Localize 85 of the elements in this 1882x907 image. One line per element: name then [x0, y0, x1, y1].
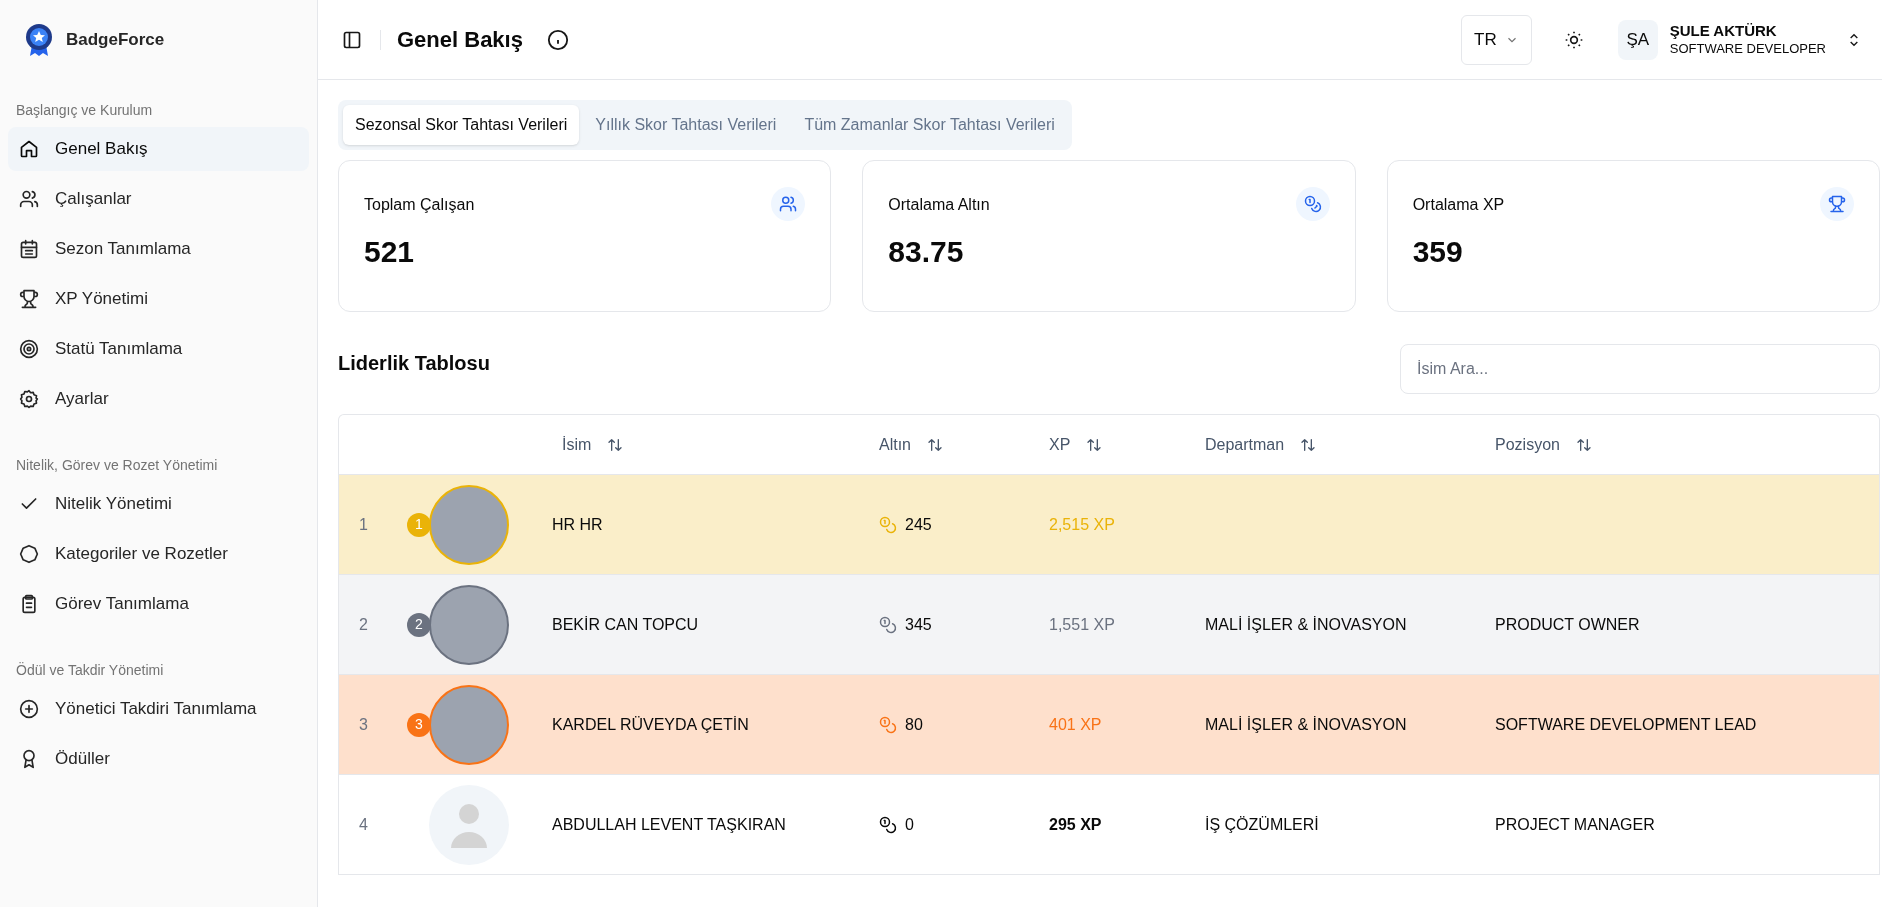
sidebar-item[interactable]: Kategoriler ve Rozetler [8, 532, 309, 576]
xp-amount: 295 XP [1049, 814, 1103, 835]
coin-amount: 345 [905, 614, 932, 635]
language-select[interactable]: TR [1461, 14, 1532, 65]
stat-value: 359 [1412, 234, 1463, 270]
coins-icon [879, 615, 897, 634]
user-menu[interactable]: ŞA ŞULE AKTÜRK SOFTWARE DEVELOPER [1617, 19, 1862, 60]
sidebar-item[interactable]: Yönetici Takdiri Tanımlama [8, 687, 309, 731]
sort-icon [607, 436, 624, 453]
sidebar-item[interactable]: Genel Bakış [8, 127, 309, 171]
users-badge-icon [771, 187, 806, 221]
employee-name: ABDULLAH LEVENT TAŞKIRAN [551, 814, 787, 835]
sidebar-item[interactable]: XP Yönetimi [8, 277, 309, 321]
sidebar-item[interactable]: Görev Tanımlama [8, 582, 309, 626]
employee-name: KARDEL RÜVEYDA ÇETİN [551, 714, 750, 735]
employee-name: BEKİR CAN TOPCU [551, 614, 700, 635]
sidebar-item[interactable]: Ayarlar [8, 377, 309, 421]
stat-label: Ortalama XP [1412, 195, 1505, 215]
sort-icon [927, 436, 943, 453]
coins-icon [879, 515, 897, 534]
coins-badge-icon [1295, 187, 1330, 221]
sort-icon [1300, 436, 1317, 453]
users-icon [19, 189, 39, 209]
xp-amount: 2,515 XP [1049, 514, 1116, 535]
rank-number: 2 [359, 615, 368, 633]
rank-number: 3 [359, 715, 368, 733]
column-header[interactable]: Altın [879, 432, 943, 457]
column-header[interactable]: XP [1049, 432, 1103, 457]
coins-icon [879, 715, 897, 734]
page-title: Genel Bakış [397, 26, 523, 54]
settings-icon [19, 389, 39, 409]
sidebar-item[interactable]: Statü Tanımlama [8, 327, 309, 371]
column-header[interactable]: Pozisyon [1495, 432, 1592, 457]
column-header[interactable]: Departman [1205, 432, 1317, 457]
search-field[interactable]: İsim Ara... [1400, 344, 1880, 394]
coin-amount: 245 [905, 514, 932, 535]
sidebar-item[interactable]: Çalışanlar [8, 177, 309, 221]
rank-number: 4 [359, 815, 368, 833]
section-title: Liderlik Tablosu [338, 351, 490, 376]
sort-icon [1086, 436, 1103, 453]
employee-name: HR HR [551, 514, 604, 535]
rank-badge: 3 [407, 712, 431, 737]
position: PRODUCT OWNER [1495, 614, 1641, 635]
home-icon [19, 139, 39, 159]
tab[interactable]: Sezonsal Skor Tahtası Verileri [343, 105, 580, 145]
sidebar-item[interactable]: Ödüller [8, 737, 309, 781]
clipboard-icon [19, 594, 39, 614]
sun-icon[interactable] [1563, 29, 1584, 50]
tab[interactable]: Yıllık Skor Tahtası Verileri [583, 105, 789, 145]
xp-amount: 401 XP [1049, 714, 1103, 735]
position: SOFTWARE DEVELOPMENT LEAD [1495, 714, 1758, 735]
coin-amount: 80 [905, 714, 923, 735]
stat-value: 83.75 [888, 234, 964, 270]
department: MALİ İŞLER & İNOVASYON [1205, 714, 1408, 735]
rank-badge: 1 [407, 512, 431, 537]
person-silhouette-icon [449, 801, 489, 848]
user-role: SOFTWARE DEVELOPER [1669, 40, 1826, 57]
department: MALİ İŞLER & İNOVASYON [1205, 614, 1408, 635]
section-heading: Nitelik, Görev ve Rozet Yönetimi [15, 456, 219, 475]
stat-value: 521 [364, 234, 415, 270]
column-header[interactable]: İsim [562, 432, 624, 457]
circle-plus-icon [19, 699, 39, 719]
trophy-icon [19, 289, 39, 309]
section-heading: Başlangıç ve Kurulum [15, 101, 154, 120]
rank-badge: 2 [407, 612, 431, 637]
department: İŞ ÇÖZÜMLERİ [1205, 814, 1320, 835]
sort-icon [1575, 436, 1592, 453]
stat-label: Ortalama Altın [888, 195, 990, 215]
sidebar-item[interactable]: Sezon Tanımlama [8, 227, 309, 271]
brand-name: BadgeForce [66, 29, 165, 52]
position: PROJECT MANAGER [1495, 814, 1656, 835]
user-avatar: ŞA [1617, 19, 1658, 60]
xp-amount: 1,551 XP [1049, 614, 1116, 635]
sidebar-item[interactable]: Nitelik Yönetimi [8, 482, 309, 526]
rank-number: 1 [359, 515, 368, 533]
stat-label: Toplam Çalışan [364, 195, 475, 215]
calendar-icon [19, 239, 39, 259]
trophy-badge-icon [1820, 187, 1854, 221]
coins-icon [879, 815, 897, 834]
tab[interactable]: Tüm Zamanlar Skor Tahtası Verileri [792, 105, 1067, 145]
info-icon[interactable] [546, 28, 569, 51]
coin-amount: 0 [905, 814, 914, 835]
user-name: ŞULE AKTÜRK [1669, 22, 1777, 41]
section-heading: Ödül ve Takdir Yönetimi [15, 661, 165, 680]
badge-logo-icon [24, 23, 54, 57]
